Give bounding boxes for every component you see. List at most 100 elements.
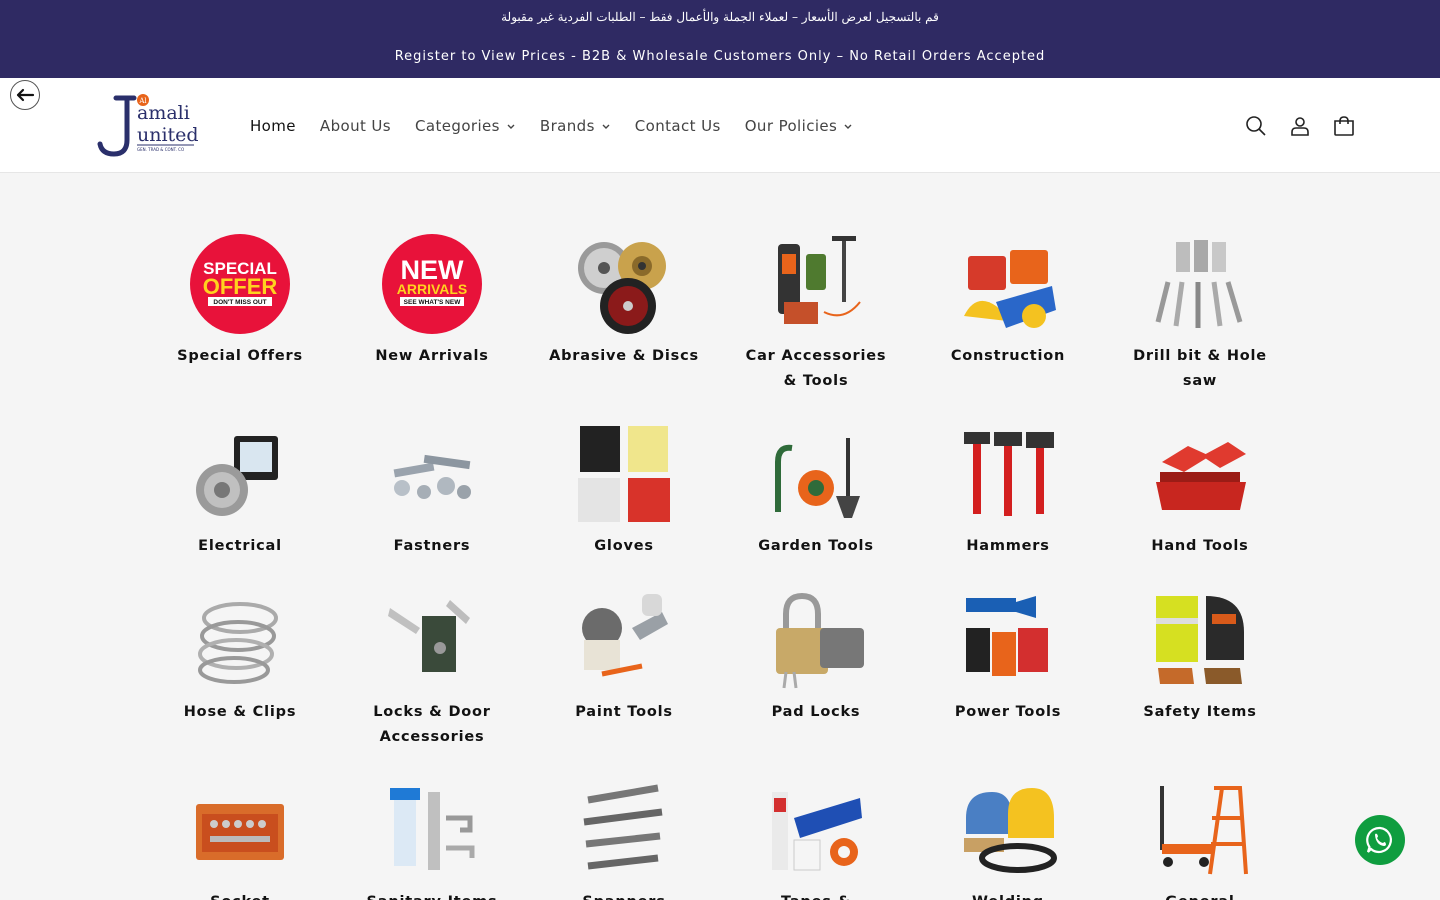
whatsapp-button[interactable]: [1355, 815, 1405, 865]
hose-clips-icon: [198, 602, 278, 684]
category-label: Special Offers: [177, 348, 303, 364]
category-label: Fastners: [393, 538, 471, 554]
site-header: Al amali united GEN. TRAD & CONT. CO Hom…: [0, 78, 1440, 173]
category-label: Spanners: [528, 890, 720, 900]
category-label: Gloves: [594, 538, 654, 554]
category-label: Hose & Clips: [183, 704, 297, 720]
category-tile[interactable]: Fastners: [336, 422, 528, 559]
logo-united: united: [137, 124, 198, 146]
category-label: Socket: [144, 890, 336, 900]
category-tile[interactable]: Pad Locks: [720, 588, 912, 725]
search-icon: [1246, 115, 1266, 136]
category-tile[interactable]: General: [1104, 778, 1296, 900]
logo-tagline: GEN. TRAD & CONT. CO: [137, 147, 184, 152]
category-label: Locks & Door Accessories: [373, 704, 491, 745]
category-tile[interactable]: Hand Tools: [1104, 422, 1296, 559]
new-arrivals-badge-icon: NEW ARRIVALS SEE WHAT'S NEW: [382, 234, 482, 334]
electrical-icon: [196, 436, 278, 516]
tapes-adhesives-icon: [772, 792, 862, 871]
main-nav: Home About Us Categories Brands Contact …: [250, 78, 877, 173]
category-label: Pad Locks: [771, 704, 861, 720]
category-label: Garden Tools: [758, 538, 874, 554]
account-icon: [1291, 116, 1309, 136]
nav-contact-label: Contact Us: [634, 116, 721, 135]
category-tile[interactable]: SPECIAL OFFER DON'T MISS OUT Special Off…: [144, 232, 336, 369]
category-tile[interactable]: Gloves: [528, 422, 720, 559]
chevron-down-icon: [507, 124, 515, 129]
svg-text:ARRIVALS: ARRIVALS: [397, 281, 468, 297]
category-label: Electrical: [198, 538, 282, 554]
category-label: Drill bit & Hole saw: [1133, 348, 1267, 389]
category-tile[interactable]: Welding Electrode: [912, 778, 1104, 900]
nav-home-label: Home: [250, 116, 296, 135]
category-label: Hand Tools: [1151, 538, 1249, 554]
category-tile[interactable]: Paint Tools: [528, 588, 720, 725]
nav-contact-us[interactable]: Contact Us: [635, 117, 721, 135]
back-button[interactable]: [10, 80, 40, 110]
category-tile[interactable]: Power Tools: [912, 588, 1104, 725]
cart-button[interactable]: [1332, 114, 1356, 138]
category-label: Tapes & Adhesives: [720, 890, 912, 900]
category-label: General: [1104, 890, 1296, 900]
category-label: New Arrivals: [375, 348, 489, 364]
category-tile[interactable]: Drill bit & Hole saw: [1104, 232, 1296, 394]
svg-text:DON'T MISS OUT: DON'T MISS OUT: [213, 299, 266, 306]
nav-home[interactable]: Home: [250, 117, 296, 135]
hammers-icon: [964, 432, 1054, 516]
arrow-left-icon: [16, 88, 35, 102]
category-tile[interactable]: Electrical: [144, 422, 336, 559]
nav-policies-label: Our Policies: [744, 116, 838, 135]
safety-items-icon: [1156, 596, 1244, 684]
category-tile[interactable]: Car Accessories & Tools: [720, 232, 912, 394]
header-icons: [1224, 78, 1356, 173]
category-tile[interactable]: Socket: [144, 778, 336, 900]
drill-bit-icon: [1155, 240, 1243, 328]
category-tile[interactable]: Hammers: [912, 422, 1104, 559]
category-label: Power Tools: [954, 704, 1062, 720]
svg-text:SEE WHAT'S NEW: SEE WHAT'S NEW: [404, 299, 462, 306]
nav-brands[interactable]: Brands: [540, 117, 611, 135]
whatsapp-icon: [1366, 826, 1392, 854]
power-tools-icon: [966, 596, 1048, 676]
category-tile[interactable]: Tapes & Adhesives: [720, 778, 912, 900]
account-button[interactable]: [1288, 114, 1312, 138]
welding-icon: [964, 788, 1057, 873]
svg-text:OFFER: OFFER: [203, 274, 278, 299]
category-tile[interactable]: Abrasive & Discs: [528, 232, 720, 369]
category-tile[interactable]: Garden Tools: [720, 422, 912, 559]
socket-set-icon: [196, 804, 284, 860]
announcement-bar: قم بالتسجيل لعرض الأسعار – لعملاء الجملة…: [0, 0, 1440, 78]
nav-about-label: About Us: [319, 116, 392, 135]
category-label: Paint Tools: [575, 704, 673, 720]
nav-categories-label: Categories: [415, 116, 500, 135]
logo-jamali: amali: [137, 102, 190, 124]
category-tile[interactable]: Construction: [912, 232, 1104, 369]
category-tile[interactable]: Hose & Clips: [144, 588, 336, 725]
nav-about-us[interactable]: About Us: [320, 117, 391, 135]
category-label: Car Accessories & Tools: [745, 348, 887, 389]
category-tile[interactable]: Safety Items: [1104, 588, 1296, 725]
spanners-icon: [583, 784, 663, 870]
paint-tools-icon: [582, 594, 668, 677]
sanitary-items-icon: [390, 788, 475, 870]
chevron-down-icon: [602, 124, 610, 129]
abrasive-discs-icon: [578, 242, 666, 334]
search-button[interactable]: [1244, 114, 1268, 138]
category-tile[interactable]: NEW ARRIVALS SEE WHAT'S NEW New Arrivals: [336, 232, 528, 369]
announcement-english: Register to View Prices - B2B & Wholesal…: [394, 49, 1046, 64]
company-logo[interactable]: Al amali united GEN. TRAD & CONT. CO: [94, 94, 198, 158]
chevron-down-icon: [844, 124, 852, 129]
nav-our-policies[interactable]: Our Policies: [745, 117, 854, 135]
cart-icon: [1334, 115, 1354, 136]
general-icon: [1160, 786, 1248, 875]
category-label: Hammers: [966, 538, 1050, 554]
category-tile[interactable]: Spanners: [528, 778, 720, 900]
fasteners-icon: [393, 454, 471, 499]
category-tile[interactable]: Locks & Door Accessories: [336, 588, 528, 750]
category-tile[interactable]: Sanitary Items: [336, 778, 528, 900]
category-label: Construction: [950, 348, 1066, 364]
nav-categories[interactable]: Categories: [415, 117, 516, 135]
garden-tools-icon: [775, 438, 860, 518]
car-accessories-icon: [778, 236, 861, 324]
category-label: Safety Items: [1143, 704, 1257, 720]
